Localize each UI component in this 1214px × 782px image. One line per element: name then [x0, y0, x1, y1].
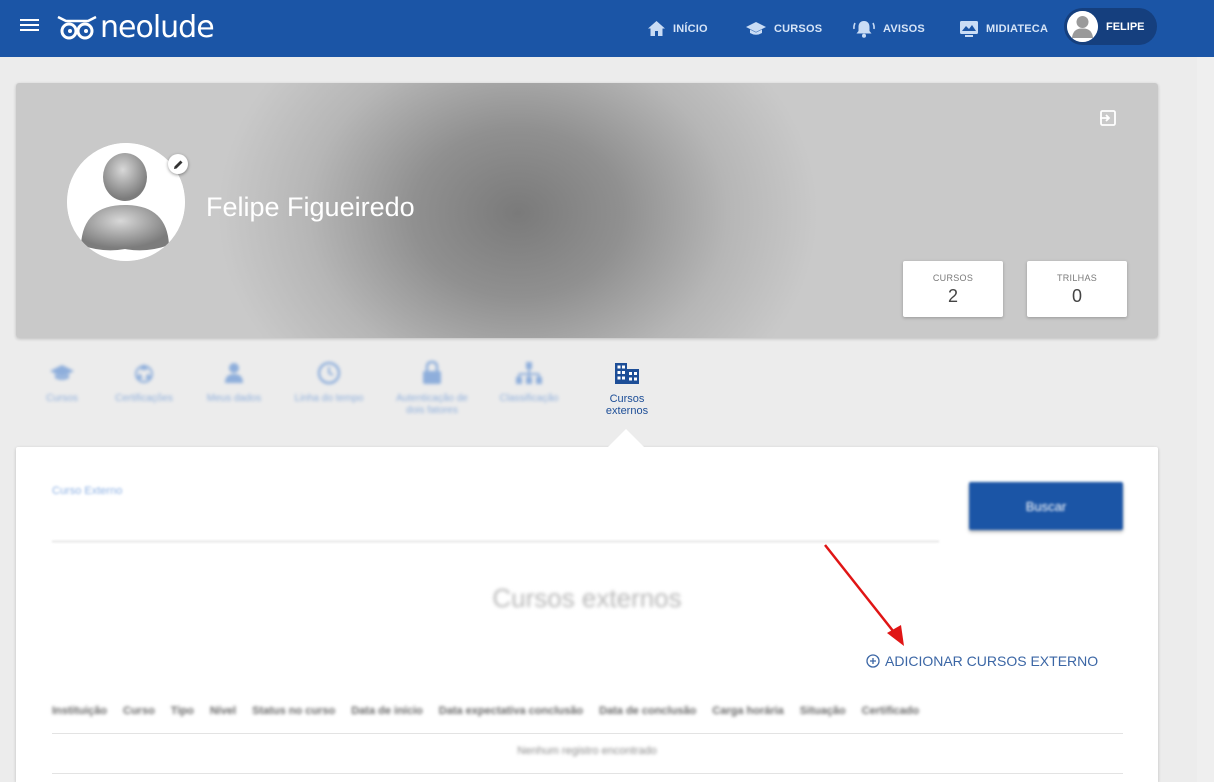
- tab-certificacoes[interactable]: Certificações: [104, 357, 184, 405]
- scrollbar[interactable]: [1197, 57, 1214, 782]
- user-name: FELIPE: [1106, 20, 1145, 33]
- tab-classificacao[interactable]: Classificação: [489, 357, 569, 405]
- nav-label: CURSOS: [774, 22, 823, 35]
- nav-label: MIDIATECA: [986, 22, 1049, 35]
- nav-label: INÍCIO: [673, 22, 708, 35]
- external-course-search-input[interactable]: [52, 502, 939, 542]
- nav-inicio[interactable]: INÍCIO: [647, 0, 708, 57]
- person-icon: [225, 363, 243, 383]
- graduation-cap-icon: [746, 22, 766, 35]
- stat-label: TRILHAS: [1056, 273, 1098, 283]
- tab-meus-dados[interactable]: Meus dados: [194, 357, 274, 405]
- tab-label: Cursos: [46, 393, 78, 404]
- column-header[interactable]: Curso: [123, 705, 155, 717]
- table-divider: [52, 773, 1123, 774]
- table-header: Instituição Curso Tipo Nível Status no c…: [52, 705, 935, 717]
- external-courses-panel: Curso Externo Buscar Cursos externos ADI…: [16, 447, 1158, 782]
- column-header[interactable]: Data expectativa conclusão: [439, 705, 583, 717]
- lock-icon: [423, 360, 441, 384]
- column-header[interactable]: Situação: [800, 705, 846, 717]
- column-header[interactable]: Tipo: [171, 705, 194, 717]
- nav-label: AVISOS: [883, 22, 925, 35]
- column-header[interactable]: Certificado: [862, 705, 919, 717]
- add-external-course-link[interactable]: ADICIONAR CURSOS EXTERNO: [866, 653, 1098, 669]
- tab-cursos-externos[interactable]: Cursos externos: [587, 357, 667, 417]
- owl-eyes-icon: [57, 15, 97, 40]
- search-label: Curso Externo: [52, 485, 123, 497]
- tab-label: Certificações: [115, 393, 173, 404]
- logo-text: neolude: [100, 10, 215, 45]
- column-header[interactable]: Data de conclusão: [599, 705, 696, 717]
- tab-label: Autenticação de dois fatores: [396, 393, 468, 416]
- empty-table-message: Nenhum registro encontrado: [517, 745, 657, 757]
- user-menu[interactable]: FELIPE: [1064, 8, 1157, 45]
- nav-avisos[interactable]: AVISOS: [852, 0, 925, 57]
- home-icon: [648, 21, 665, 36]
- logout-icon[interactable]: [1098, 108, 1118, 128]
- tab-label: Linha do tempo: [294, 393, 364, 404]
- stat-card-trilhas: TRILHAS 0: [1027, 261, 1127, 317]
- stat-card-cursos: CURSOS 2: [903, 261, 1003, 317]
- plus-circle-icon: [866, 654, 880, 668]
- recycle-icon: [135, 364, 153, 383]
- stat-value: 0: [1071, 286, 1082, 306]
- menu-icon[interactable]: [20, 19, 39, 35]
- clock-icon: [317, 361, 341, 385]
- profile-name: Felipe Figueiredo: [206, 192, 415, 222]
- add-link-label: ADICIONAR CURSOS EXTERNO: [885, 653, 1099, 669]
- edit-photo-button[interactable]: [168, 154, 188, 174]
- active-tab-indicator: [608, 429, 644, 447]
- column-header[interactable]: Instituição: [52, 705, 107, 717]
- media-library-icon: [960, 20, 978, 37]
- hierarchy-icon: [516, 362, 542, 384]
- column-header[interactable]: Data de início: [351, 705, 423, 717]
- tab-linha-do-tempo[interactable]: Linha do tempo: [289, 357, 369, 405]
- top-navigation-bar: neolude INÍCIO CURSOS AVISOS MIDIATECA F…: [0, 0, 1214, 57]
- search-button[interactable]: Buscar: [969, 482, 1123, 530]
- stat-label: CURSOS: [932, 273, 974, 283]
- column-header[interactable]: Nível: [210, 705, 236, 717]
- tab-label: Meus dados: [206, 393, 262, 404]
- tab-autenticacao[interactable]: Autenticação de dois fatores: [392, 357, 472, 417]
- profile-banner: Felipe Figueiredo CURSOS 2 TRILHAS 0: [16, 83, 1158, 338]
- pencil-icon: [173, 160, 182, 169]
- graduation-cap-icon: [50, 365, 74, 380]
- bell-icon: [853, 20, 875, 38]
- column-header[interactable]: Status no curso: [252, 705, 335, 717]
- tab-label: Cursos externos: [605, 393, 649, 417]
- neolude-logo[interactable]: neolude: [56, 10, 215, 45]
- column-header[interactable]: Carga horária: [712, 705, 784, 717]
- stat-value: 2: [947, 286, 958, 306]
- table-divider: [52, 733, 1123, 734]
- user-silhouette-icon: [1067, 11, 1098, 42]
- building-icon: [615, 363, 639, 384]
- tab-cursos[interactable]: Cursos: [22, 357, 102, 405]
- avatar: [1067, 11, 1098, 42]
- nav-midiateca[interactable]: MIDIATECA: [959, 0, 1048, 57]
- tab-label: Classificação: [499, 393, 559, 404]
- section-title: Cursos externos: [492, 583, 682, 613]
- nav-cursos[interactable]: CURSOS: [745, 0, 822, 57]
